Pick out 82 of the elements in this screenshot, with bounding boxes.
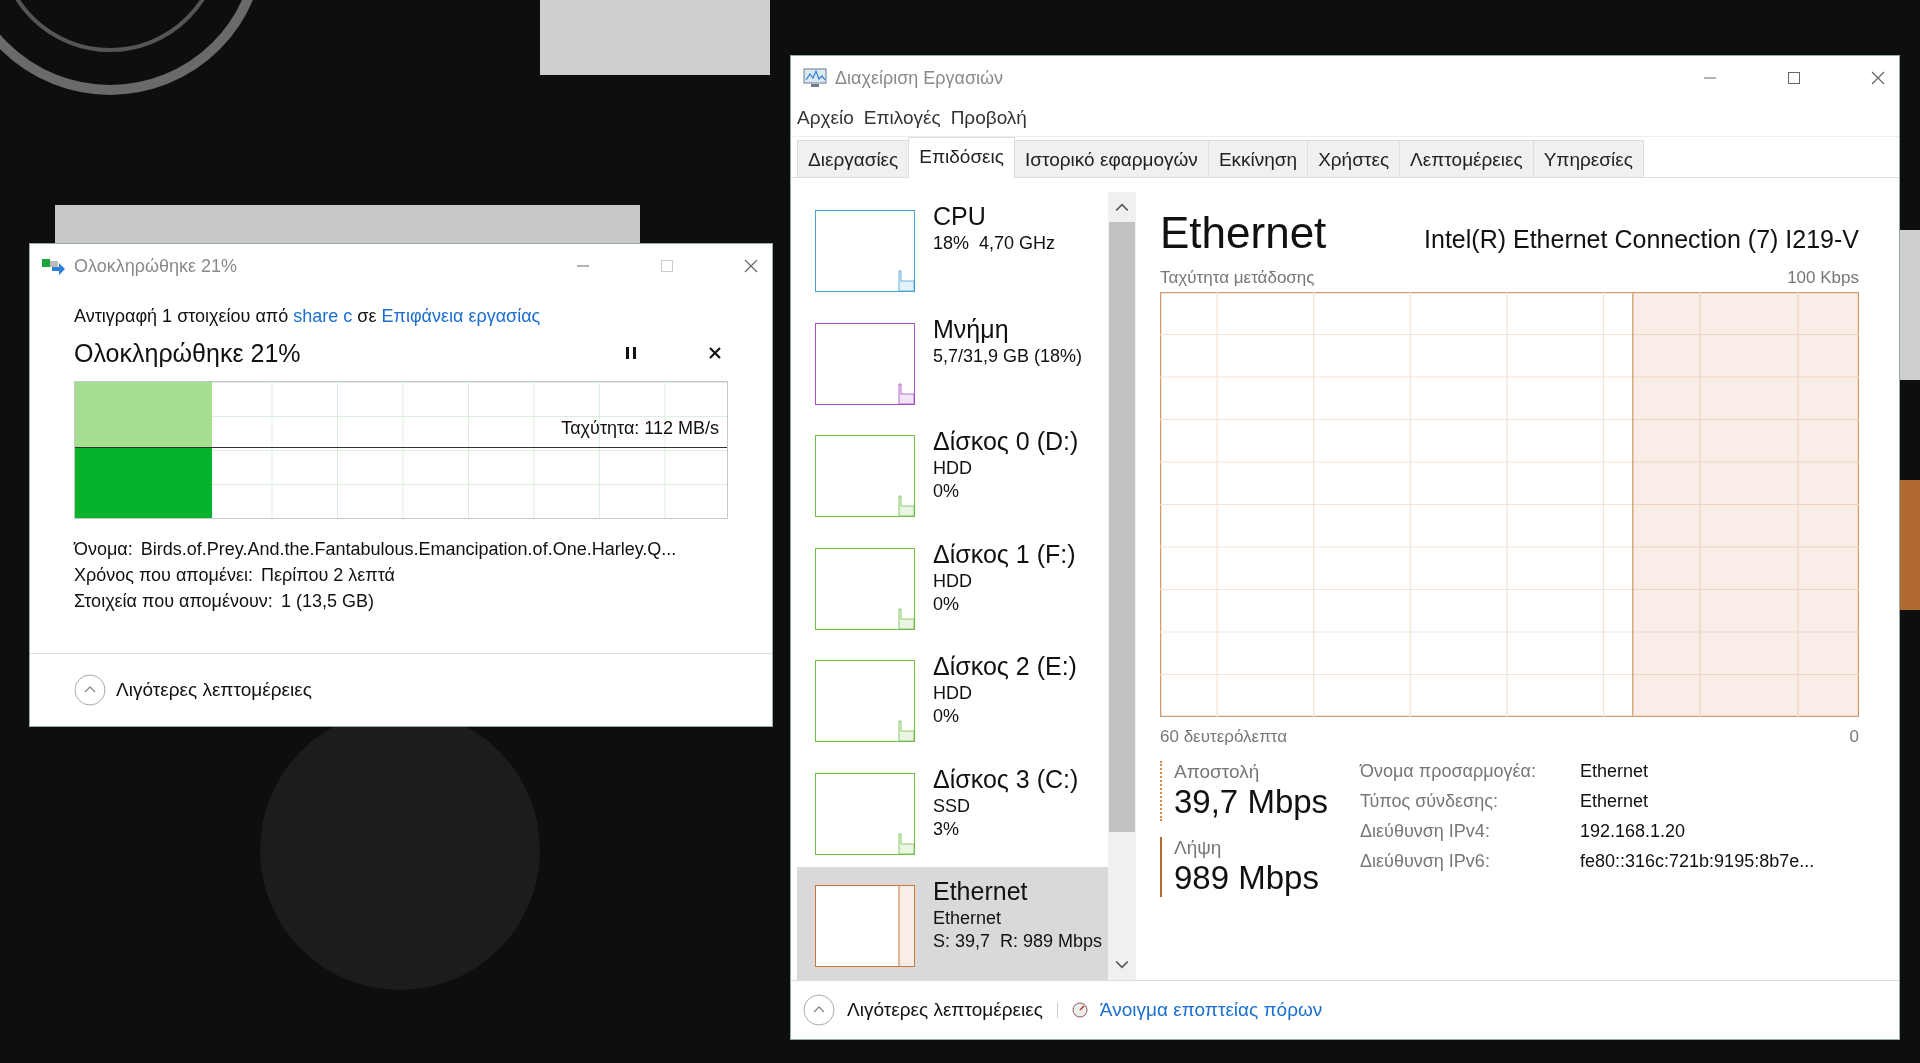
pause-icon[interactable]: [624, 346, 638, 360]
detail-label: Χρόνος που απομένει:: [74, 565, 253, 586]
copy-icon: [42, 256, 66, 276]
resource-stat: S: 39,7 R: 989 Mbps: [933, 931, 1103, 953]
resource-name: Δίσκος 2 (E:): [933, 652, 1077, 682]
resource-item[interactable]: Δίσκος 3 (C:) SSD 3%: [797, 754, 1108, 868]
tab[interactable]: Διεργασίες: [797, 140, 910, 177]
gauge-icon: [1071, 1002, 1088, 1018]
tab[interactable]: Λεπτομέρειες: [1399, 140, 1534, 177]
scrollbar[interactable]: [1108, 192, 1136, 980]
resource-stat: 0%: [933, 481, 960, 503]
resource-stat: HDD: [933, 458, 973, 480]
maximize-icon: [660, 259, 674, 273]
property-label: Τύπος σύνδεσης:: [1360, 791, 1499, 812]
resource-stat: 3%: [933, 818, 960, 840]
details-toggle[interactable]: Λιγότερες λεπτομέρειες: [116, 679, 312, 701]
resource-name: Δίσκος 0 (D:): [933, 427, 1079, 457]
property-label: Όνομα προσαρμογέα:: [1360, 761, 1537, 782]
stat-value: 989 Mbps: [1174, 859, 1320, 897]
detail-label: Όνομα:: [74, 539, 133, 560]
resource-name: Δίσκος 3 (C:): [933, 764, 1079, 794]
graph-span-label: 60 δευτερόλεπτα: [1160, 727, 1288, 747]
resource-name: Μνήμη: [933, 314, 1010, 344]
resource-name: Ethernet: [933, 877, 1029, 907]
resource-monitor-link[interactable]: Άνοιγμα εποπτείας πόρων: [1099, 999, 1323, 1021]
monitor-icon: [803, 68, 827, 88]
resource-name: Δίσκος 1 (F:): [933, 539, 1076, 569]
resource-stat: 0%: [933, 593, 960, 615]
resource-name: CPU: [933, 202, 987, 231]
speed-reading: Ταχύτητα: 112 MB/s: [561, 418, 719, 439]
progress-status: Ολοκληρώθηκε 21%: [74, 338, 301, 368]
resource-item[interactable]: Δίσκος 0 (D:) HDD 0%: [797, 417, 1108, 530]
close-icon[interactable]: [744, 259, 758, 273]
detail-value: 1 (13,5 GB): [280, 591, 374, 612]
property-value: Ethernet: [1580, 791, 1650, 812]
stat-label: Αποστολή: [1174, 761, 1261, 783]
tab[interactable]: Επιδόσεις: [908, 137, 1015, 178]
property-value: 192.168.1.20: [1580, 821, 1687, 842]
resource-item[interactable]: Δίσκος 2 (E:) HDD 0%: [797, 642, 1108, 755]
stat-value: 39,7 Mbps: [1174, 783, 1330, 821]
detail-label: Στοιχεία που απομένουν:: [74, 591, 273, 612]
resource-stat: 0%: [933, 706, 960, 728]
close-icon[interactable]: [1871, 71, 1885, 85]
resource-item[interactable]: Ethernet Ethernet S: 39,7 R: 989 Mbps: [797, 867, 1108, 981]
resource-stat: 5,7/31,9 GB (18%): [933, 345, 1083, 367]
window-title: Ολοκληρώθηκε 21%: [74, 255, 238, 277]
scroll-down-icon[interactable]: [1115, 960, 1129, 970]
scroll-up-icon[interactable]: [1115, 202, 1129, 212]
window-title: Διαχείριση Εργασιών: [835, 67, 1004, 89]
detail-value: Birds.of.Prey.And.the.Fantabulous.Emancipation.of.One.Harley.Q...: [140, 539, 677, 560]
tab[interactable]: Χρήστες: [1307, 140, 1401, 177]
resource-stat: Ethernet: [933, 908, 1003, 930]
stat-label: Λήψη: [1174, 837, 1223, 859]
property-label: Διεύθυνση IPv6:: [1360, 851, 1491, 872]
resource-item[interactable]: CPU 18% 4,70 GHz: [797, 192, 1108, 305]
destination-link[interactable]: Επιφάνεια εργασίας: [381, 306, 541, 326]
resource-title: Ethernet: [1160, 208, 1327, 258]
cancel-icon[interactable]: [708, 346, 722, 360]
graph-label: Ταχύτητα μετάδοσης: [1160, 268, 1315, 288]
source-link[interactable]: share c: [293, 306, 353, 326]
menu-item[interactable]: Αρχείο: [797, 107, 854, 129]
resource-stat: 18% 4,70 GHz: [933, 233, 1056, 254]
tab[interactable]: Υπηρεσίες: [1532, 140, 1644, 177]
resource-stat: SSD: [933, 795, 971, 817]
menu-item[interactable]: Προβολή: [950, 107, 1027, 129]
details-toggle[interactable]: Λιγότερες λεπτομέρειες: [847, 999, 1043, 1021]
detail-value: Περίπου 2 λεπτά: [260, 565, 395, 586]
resource-stat: HDD: [933, 683, 973, 705]
resource-item[interactable]: Δίσκος 1 (F:) HDD 0%: [797, 529, 1108, 643]
graph-min-label: 0: [1849, 727, 1859, 747]
property-label: Διεύθυνση IPv4:: [1360, 821, 1491, 842]
tab[interactable]: Ιστορικό εφαρμογών: [1014, 140, 1209, 177]
adapter-name: Intel(R) Ethernet Connection (7) I219-V: [1424, 225, 1859, 254]
copy-description: Αντιγραφή 1 στοιχείου από share c σε Επιφάνεια εργασίας: [74, 306, 542, 327]
tab[interactable]: Εκκίνηση: [1207, 140, 1309, 177]
property-value: Ethernet: [1580, 761, 1650, 782]
property-value: fe80::316c:721b:9195:8b7e...: [1580, 851, 1815, 872]
menu-item[interactable]: Επιλογές: [863, 107, 941, 129]
resource-stat: HDD: [933, 570, 973, 592]
graph-max-label: 100 Kbps: [1787, 268, 1859, 288]
maximize-icon[interactable]: [1787, 71, 1801, 85]
resource-item[interactable]: Μνήμη 5,7/31,9 GB (18%): [797, 304, 1108, 418]
